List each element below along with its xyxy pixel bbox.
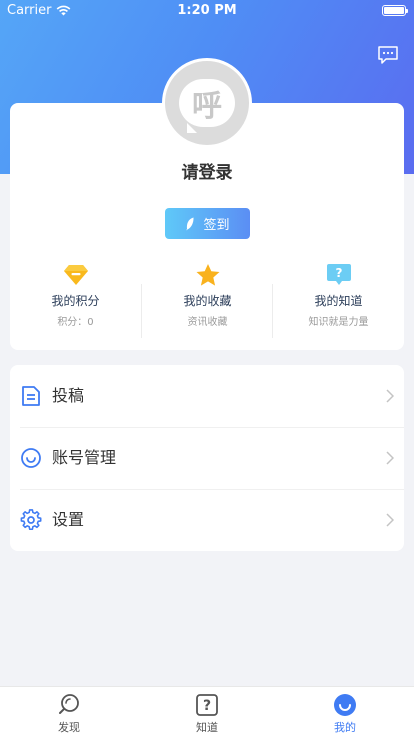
document-icon	[22, 386, 40, 406]
stat-title: 我的积分	[51, 294, 100, 308]
status-bar: Carrier 1:20 PM	[0, 0, 414, 22]
chevron-right-icon	[386, 389, 394, 403]
stat-subtitle: 资讯收藏	[187, 317, 228, 328]
menu-item-account[interactable]: 账号管理	[10, 427, 404, 489]
me-icon	[334, 694, 356, 716]
smile-circle-icon	[21, 448, 41, 468]
tab-label: 知道	[196, 721, 218, 734]
menu-item-contribute[interactable]: 投稿	[10, 365, 404, 427]
menu-card: 投稿 账号管理 设置	[10, 365, 404, 551]
status-time: 1:20 PM	[177, 3, 237, 18]
gear-icon	[20, 509, 42, 531]
stat-subtitle: 知识就是力量	[308, 317, 369, 328]
login-prompt[interactable]: 请登录	[0, 158, 414, 183]
tab-discover[interactable]: 发现	[0, 693, 138, 735]
stat-favorites[interactable]: 我的收藏 资讯收藏	[142, 263, 273, 328]
battery-icon	[382, 5, 408, 16]
feather-icon	[186, 217, 195, 230]
tab-me[interactable]: 我的	[276, 693, 414, 735]
question-icon: ?	[196, 694, 218, 716]
svg-text:?: ?	[335, 266, 342, 280]
tab-label: 我的	[334, 721, 356, 734]
diamond-icon	[63, 265, 88, 285]
svg-text:?: ?	[203, 698, 211, 714]
menu-label: 投稿	[52, 386, 85, 405]
tab-label: 发现	[58, 721, 80, 734]
stat-points[interactable]: 我的积分 积分：0	[10, 263, 141, 328]
discover-icon	[59, 694, 79, 714]
stat-title: 我的收藏	[183, 294, 232, 308]
stat-knowledge[interactable]: ? 我的知道 知识就是力量	[273, 263, 404, 328]
avatar[interactable]: 呼	[162, 58, 252, 148]
menu-label: 设置	[52, 510, 85, 529]
stat-title: 我的知道	[314, 294, 363, 308]
avatar-bubble-icon: 呼	[179, 79, 235, 127]
chevron-right-icon	[386, 513, 394, 527]
tab-knowledge[interactable]: ? 知道	[138, 693, 276, 735]
signin-label: 签到	[203, 218, 230, 233]
message-icon[interactable]	[376, 43, 400, 67]
question-bubble-icon: ?	[326, 264, 351, 285]
signin-button[interactable]: 签到	[165, 208, 250, 239]
tab-bar: 发现 ? 知道 我的	[0, 686, 414, 736]
chevron-right-icon	[386, 451, 394, 465]
menu-label: 账号管理	[52, 448, 117, 467]
stat-subtitle: 积分：0	[57, 317, 94, 328]
star-icon	[196, 264, 219, 286]
menu-item-settings[interactable]: 设置	[10, 489, 404, 551]
avatar-text: 呼	[192, 89, 222, 124]
